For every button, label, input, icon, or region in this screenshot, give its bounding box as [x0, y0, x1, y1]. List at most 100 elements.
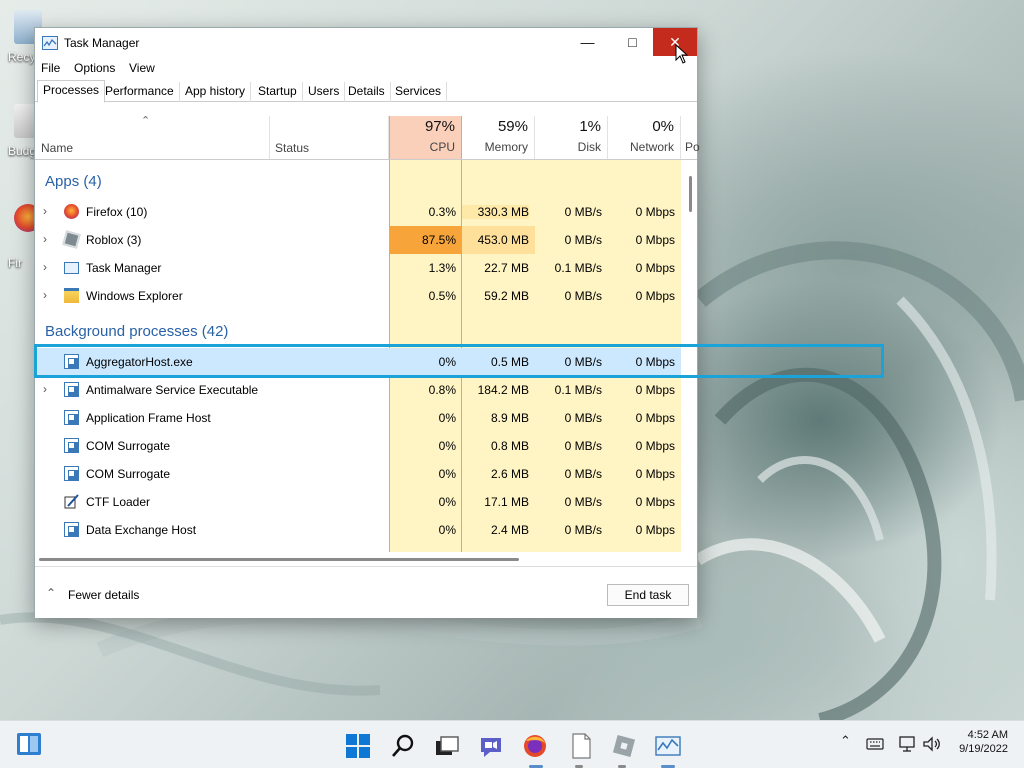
volume-icon[interactable]	[922, 736, 942, 752]
selection-highlight-box	[34, 344, 884, 378]
task-manager-window: Task Manager — □ ✕ File Options View Pro…	[34, 27, 700, 618]
process-name: COM Surrogate	[86, 467, 171, 481]
task-view-icon[interactable]	[434, 733, 460, 759]
header-divider	[35, 159, 697, 160]
cpu-value: 0%	[438, 439, 456, 453]
process-name: COM Surrogate	[86, 439, 171, 453]
keyboard-icon[interactable]	[866, 737, 884, 751]
tab-processes[interactable]: Processes	[37, 80, 106, 103]
process-name: Antimalware Service Executable	[86, 383, 259, 397]
process-name: CTF Loader	[86, 495, 151, 509]
network-icon[interactable]	[898, 735, 918, 753]
title-bar[interactable]: Task Manager — □ ✕	[35, 28, 697, 64]
chat-icon[interactable]	[478, 733, 504, 759]
firefox-icon[interactable]	[522, 733, 548, 759]
process-row-com-surrogate[interactable]: COM Surrogate 0% 2.6 MB 0 MB/s 0 Mbps	[35, 460, 681, 488]
tab-app-history[interactable]: App history	[180, 82, 252, 102]
memory-value: 2.6 MB	[490, 467, 529, 481]
fewer-details-link[interactable]: Fewer details	[68, 588, 139, 602]
tab-details[interactable]: Details	[343, 82, 391, 102]
cpu-value: 0.8%	[428, 383, 456, 397]
service-window-icon	[64, 522, 79, 537]
network-value: 0 Mbps	[635, 523, 675, 537]
tab-services[interactable]: Services	[390, 82, 448, 102]
column-header-cpu[interactable]: 97% CPU	[389, 116, 462, 159]
clock[interactable]: 4:52 AM 9/19/2022	[952, 729, 1008, 755]
service-window-icon	[64, 410, 79, 425]
process-row-application-frame-host[interactable]: Application Frame Host 0% 8.9 MB 0 MB/s …	[35, 404, 681, 432]
minimize-button[interactable]: —	[565, 28, 610, 56]
cpu-value: 0%	[438, 523, 456, 537]
network-value: 0 Mbps	[635, 261, 675, 275]
desktop-icon-label: Budg	[8, 144, 37, 158]
cpu-value: 0.5%	[428, 289, 456, 303]
memory-label: Memory	[484, 140, 528, 154]
network-value: 0 Mbps	[635, 383, 675, 397]
memory-total: 59%	[497, 118, 528, 135]
column-header-disk[interactable]: 1% Disk	[535, 116, 608, 159]
disk-value: 0 MB/s	[564, 523, 602, 537]
disk-total: 1%	[579, 118, 601, 135]
task-manager-taskbar-icon[interactable]	[655, 733, 681, 759]
network-value: 0 Mbps	[635, 289, 675, 303]
ctf-loader-icon	[64, 494, 79, 509]
memory-value: 2.4 MB	[490, 523, 529, 537]
disk-value: 0.1 MB/s	[554, 383, 602, 397]
expand-chevron-icon[interactable]: ›	[43, 288, 47, 302]
tab-performance[interactable]: Performance	[100, 82, 180, 102]
task-manager-icon	[42, 36, 58, 50]
process-row-data-exchange-host[interactable]: Data Exchange Host 0% 2.4 MB 0 MB/s 0 Mb…	[35, 516, 681, 544]
notepad-file-icon[interactable]	[568, 733, 594, 759]
process-row-com-surrogate[interactable]: COM Surrogate 0% 0.8 MB 0 MB/s 0 Mbps	[35, 432, 681, 460]
memory-value: 8.9 MB	[490, 411, 529, 425]
column-header-name[interactable]: Name	[41, 141, 73, 155]
memory-value: 59.2 MB	[484, 289, 529, 303]
process-row-firefox[interactable]: › Firefox (10) 0.3% 330.3 MB 0 MB/s 0 Mb…	[35, 198, 681, 226]
horizontal-scrollbar[interactable]	[39, 558, 519, 561]
memory-value: 453.0 MB	[477, 233, 529, 247]
column-header-power[interactable]: Po	[681, 116, 700, 159]
menu-view[interactable]: View	[129, 61, 155, 75]
process-row-roblox[interactable]: › Roblox (3) 87.5% 453.0 MB 0 MB/s 0 Mbp…	[35, 226, 681, 254]
expand-chevron-icon[interactable]: ›	[43, 260, 47, 274]
task-manager-icon	[64, 262, 79, 274]
menu-file[interactable]: File	[41, 61, 60, 75]
service-window-icon	[64, 438, 79, 453]
clock-date: 9/19/2022	[959, 743, 1008, 755]
column-header-memory[interactable]: 59% Memory	[462, 116, 535, 159]
expand-chevron-icon[interactable]: ›	[43, 204, 47, 218]
column-header-status[interactable]: Status	[275, 141, 309, 155]
group-apps: Apps (4)	[45, 173, 102, 190]
disk-value: 0.1 MB/s	[554, 261, 602, 275]
process-row-ctf-loader[interactable]: CTF Loader 0% 17.1 MB 0 MB/s 0 Mbps	[35, 488, 681, 516]
vertical-scrollbar[interactable]	[689, 176, 692, 212]
start-windows-icon[interactable]	[345, 733, 371, 759]
expand-chevron-icon[interactable]: ›	[43, 232, 47, 246]
memory-value: 184.2 MB	[477, 383, 529, 397]
process-row-task-manager[interactable]: › Task Manager 1.3% 22.7 MB 0.1 MB/s 0 M…	[35, 254, 681, 282]
maximize-button[interactable]: □	[610, 28, 655, 56]
process-row-windows-explorer[interactable]: › Windows Explorer 0.5% 59.2 MB 0 MB/s 0…	[35, 282, 681, 310]
tab-users[interactable]: Users	[303, 82, 346, 102]
disk-value: 0 MB/s	[564, 233, 602, 247]
firefox-icon	[64, 204, 79, 219]
end-task-button[interactable]: End task	[607, 584, 689, 606]
widgets-icon[interactable]	[16, 731, 42, 757]
menu-options[interactable]: Options	[74, 61, 115, 75]
folder-icon	[64, 288, 79, 303]
disk-label: Disk	[577, 140, 601, 154]
roblox-icon	[62, 230, 81, 249]
cpu-value: 0%	[438, 467, 456, 481]
menu-bar: File Options View	[35, 58, 697, 78]
tab-startup[interactable]: Startup	[253, 82, 303, 102]
clock-time: 4:52 AM	[967, 729, 1008, 741]
process-row-antimalware[interactable]: › Antimalware Service Executable 0.8% 18…	[35, 376, 681, 404]
cpu-value: 0%	[438, 411, 456, 425]
search-icon[interactable]	[390, 733, 416, 759]
chevron-up-icon[interactable]: ⌃	[46, 586, 56, 600]
column-header-network[interactable]: 0% Network	[608, 116, 681, 159]
roblox-icon[interactable]	[611, 733, 637, 759]
expand-chevron-icon[interactable]: ›	[43, 382, 47, 396]
sort-up-icon: ⌃	[141, 115, 151, 127]
show-hidden-icons-chevron-icon[interactable]: ⌃	[840, 733, 851, 749]
